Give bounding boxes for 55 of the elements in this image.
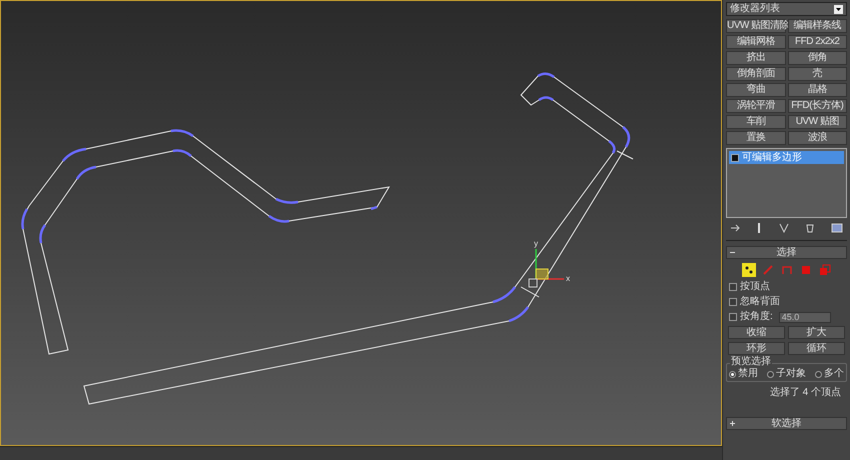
modifier-stack-item[interactable]: 可编辑多边形 [729, 151, 844, 164]
group-title: 预览选择 [730, 357, 772, 367]
modifier-button[interactable]: 弯曲 [726, 83, 786, 97]
trash-icon[interactable] [804, 223, 815, 233]
modifier-button[interactable]: 置换 [726, 131, 786, 145]
rollout-button[interactable]: 收缩 [728, 326, 785, 339]
y-axis-label: y [534, 239, 538, 248]
modifier-stack-list[interactable]: 可编辑多边形 [726, 148, 847, 218]
rollout-title: 软选择 [772, 418, 802, 428]
modifier-button[interactable]: UVW 贴图 [788, 115, 847, 129]
spinner-button[interactable]: 循环 [788, 342, 845, 355]
radio-button[interactable] [729, 370, 736, 378]
modifier-button[interactable]: 挤出 [726, 51, 786, 65]
radio-label: 子对象 [776, 369, 806, 379]
radio-label: 禁用 [738, 369, 758, 379]
checkbox[interactable] [729, 313, 737, 321]
modifier-button[interactable]: 车削 [726, 115, 786, 129]
selection-status-text: 选择了 4 个顶点 [768, 388, 842, 398]
modifier-button[interactable]: 壳 [788, 67, 847, 81]
radio-button[interactable] [815, 370, 822, 378]
checkbox-label: 忽略背面 [740, 297, 780, 307]
object-icon [731, 154, 739, 162]
dropdown-arrow-icon [834, 4, 843, 14]
x-axis-label: x [566, 274, 570, 283]
radio-button[interactable] [767, 370, 774, 378]
modifier-list-dropdown[interactable]: 修改器列表 [726, 2, 847, 16]
modifier-button[interactable]: 涡轮平滑 [726, 99, 786, 113]
checkbox[interactable] [729, 283, 737, 291]
configure-icon[interactable] [831, 223, 843, 233]
pin-icon[interactable] [730, 223, 740, 233]
modifier-button[interactable]: 编辑网格 [726, 35, 786, 49]
spinner-button[interactable]: 环形 [728, 342, 785, 355]
angle-spinner-field[interactable]: 45.0 [778, 312, 831, 322]
rollout-title: 选择 [776, 248, 796, 258]
modifier-button[interactable]: FFD 2x2x2 [788, 35, 847, 49]
checkbox-label: 按顶点 [740, 282, 770, 292]
radio-label: 多个 [824, 369, 844, 379]
rollout-header[interactable]: 选择 [726, 246, 847, 259]
modifier-button[interactable]: 晶格 [788, 83, 847, 97]
checkbox[interactable] [729, 298, 737, 306]
fork-icon[interactable] [778, 223, 788, 233]
modifier-button[interactable]: 编辑样条线 [788, 19, 847, 33]
modifier-button[interactable]: 倒角剖面 [726, 67, 786, 81]
transform-gizmo-icon[interactable] [528, 249, 564, 288]
viewport[interactable]: x y [0, 0, 722, 446]
rollout-button[interactable]: 扩大 [788, 326, 845, 339]
checkbox-label: 按角度: [740, 312, 773, 322]
rollout-header[interactable]: 软选择 [726, 417, 847, 430]
modifier-button[interactable]: 波浪 [788, 131, 847, 145]
vertex-level-icon[interactable] [742, 263, 756, 277]
modifier-button[interactable]: 倒角 [788, 51, 847, 65]
plus-icon[interactable] [730, 421, 735, 426]
timeline-track[interactable] [0, 446, 722, 460]
minus-icon[interactable] [730, 250, 735, 255]
modifier-button[interactable]: FFD(长方体) [788, 99, 847, 113]
